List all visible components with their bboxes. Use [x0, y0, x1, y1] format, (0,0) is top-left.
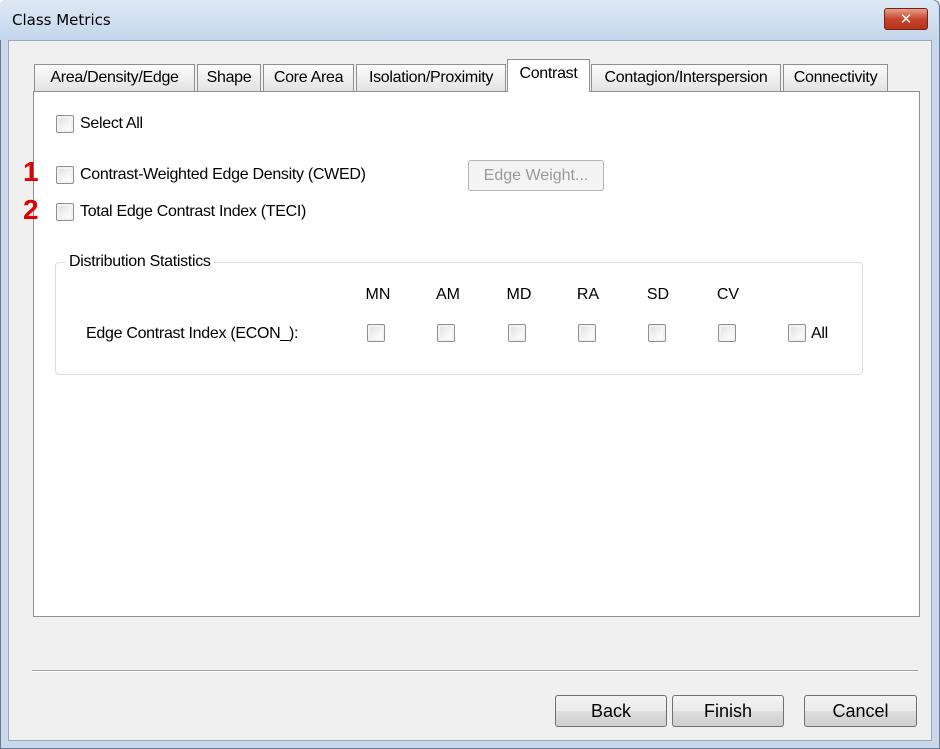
- back-button[interactable]: Back: [555, 695, 667, 727]
- col-header-am: AM: [436, 286, 460, 303]
- econ-all-label: All: [811, 325, 828, 342]
- distribution-statistics-group: [55, 262, 863, 375]
- select-all-label: Select All: [80, 115, 143, 132]
- econ-mn-checkbox[interactable]: [367, 324, 385, 342]
- cwed-label: Contrast-Weighted Edge Density (CWED): [80, 166, 366, 183]
- edge-weight-button[interactable]: Edge Weight...: [468, 160, 604, 191]
- footer-separator: [32, 670, 918, 672]
- title-bar[interactable]: Class Metrics ✕: [0, 0, 938, 40]
- cwed-checkbox[interactable]: [56, 166, 74, 184]
- col-header-sd: SD: [646, 286, 670, 303]
- col-header-md: MD: [506, 286, 532, 303]
- col-header-ra: RA: [576, 286, 600, 303]
- cancel-button[interactable]: Cancel: [804, 695, 917, 727]
- annotation-marker-2: 2: [23, 194, 39, 225]
- distribution-statistics-title: Distribution Statistics: [66, 253, 214, 271]
- econ-all-checkbox[interactable]: [788, 324, 806, 342]
- tab-isolation-proximity[interactable]: Isolation/Proximity: [356, 64, 506, 91]
- annotation-marker-1: 1: [23, 156, 39, 187]
- tab-contagion-interspersion[interactable]: Contagion/Interspersion: [591, 64, 781, 91]
- select-all-checkbox[interactable]: [56, 115, 74, 133]
- econ-sd-checkbox[interactable]: [648, 324, 666, 342]
- econ-am-checkbox[interactable]: [437, 324, 455, 342]
- econ-row-label: Edge Contrast Index (ECON_):: [86, 325, 299, 342]
- econ-ra-checkbox[interactable]: [578, 324, 596, 342]
- close-button[interactable]: ✕: [884, 8, 928, 30]
- tab-connectivity[interactable]: Connectivity: [783, 64, 888, 91]
- tab-area-density-edge[interactable]: Area/Density/Edge: [34, 64, 195, 91]
- teci-label: Total Edge Contrast Index (TECI): [80, 203, 307, 220]
- econ-cv-checkbox[interactable]: [718, 324, 736, 342]
- tab-core-area[interactable]: Core Area: [263, 64, 354, 91]
- col-header-mn: MN: [365, 286, 391, 303]
- finish-button[interactable]: Finish: [672, 695, 784, 727]
- tab-contrast[interactable]: Contrast: [507, 59, 590, 92]
- econ-md-checkbox[interactable]: [508, 324, 526, 342]
- teci-checkbox[interactable]: [56, 203, 74, 221]
- close-icon: ✕: [899, 10, 913, 28]
- window-title: Class Metrics: [12, 11, 111, 29]
- col-header-cv: CV: [716, 286, 740, 303]
- tab-shape[interactable]: Shape: [197, 64, 261, 91]
